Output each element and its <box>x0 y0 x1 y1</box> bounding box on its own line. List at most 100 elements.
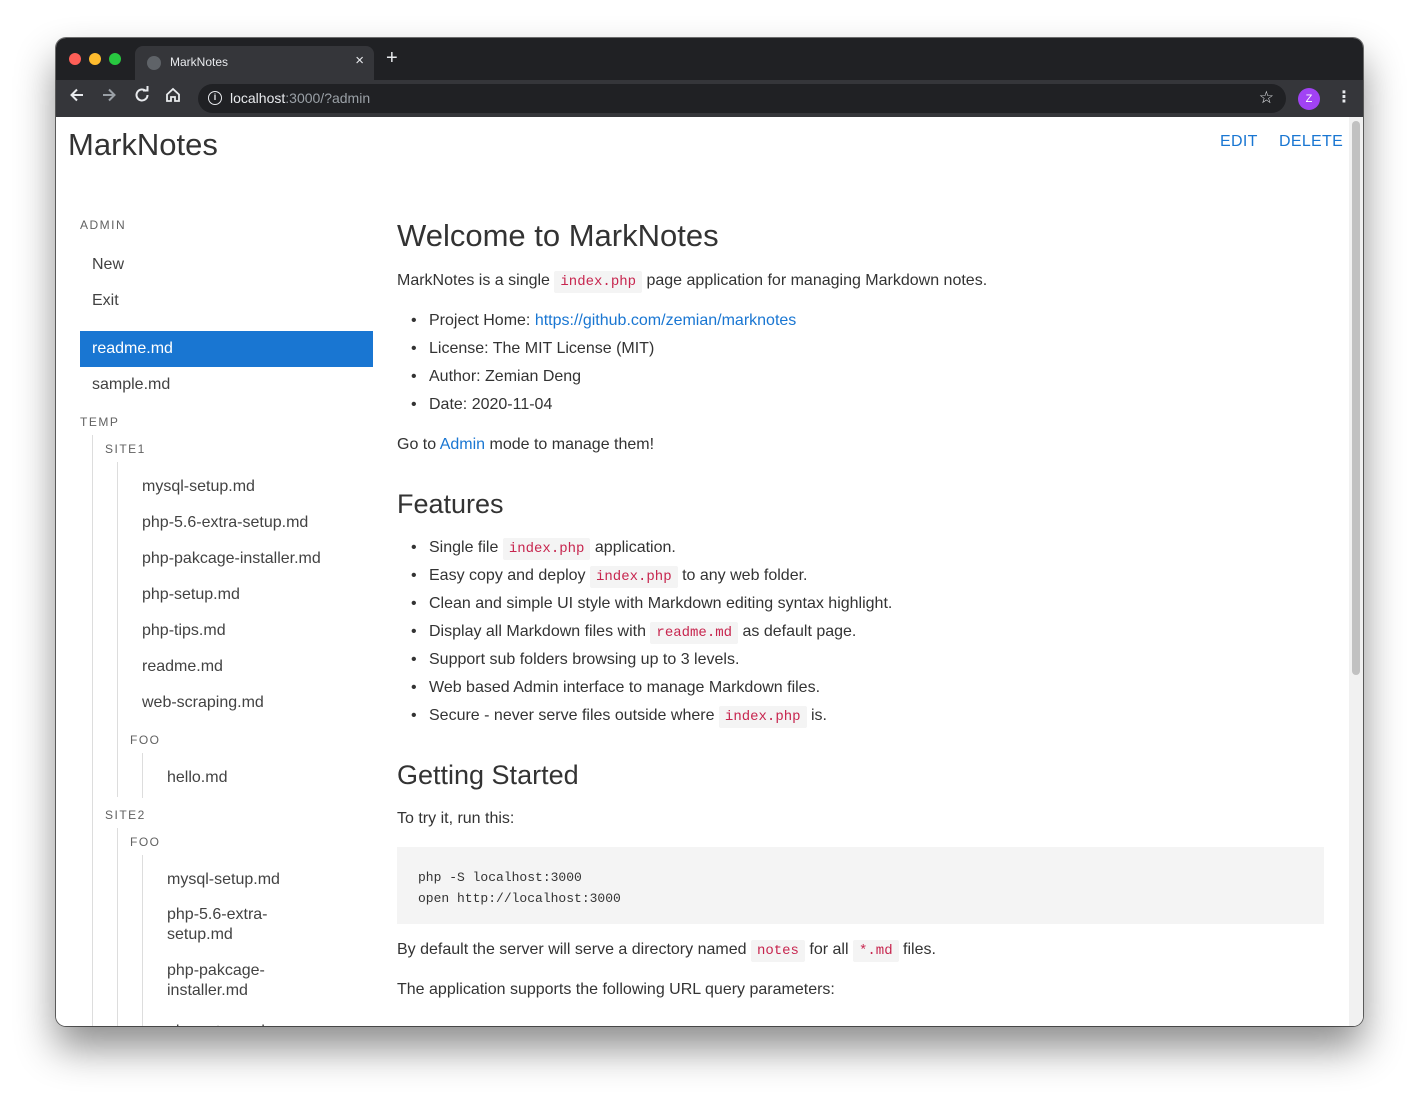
tab-close-icon[interactable]: × <box>355 52 364 69</box>
site2-foo-file-item[interactable]: php-setup.md <box>167 1014 265 1026</box>
feature-text: Easy copy and deploy <box>429 567 586 584</box>
intro-paragraph: MarkNotes is a single index.php page app… <box>397 271 987 293</box>
title-bar: MarkNotes × + <box>56 38 1363 80</box>
admin-section-label: ADMIN <box>80 218 127 232</box>
list-item: License: The MIT License (MIT) <box>411 340 654 358</box>
site1-file-item[interactable]: php-5.6-extra-setup.md <box>142 505 308 541</box>
maximize-window-button[interactable] <box>109 53 121 65</box>
admin-link[interactable]: Admin <box>440 436 485 453</box>
site1-file-item[interactable]: mysql-setup.md <box>142 469 255 505</box>
home-icon[interactable] <box>164 86 182 110</box>
site2-tree-line <box>117 828 118 1026</box>
site1-file-item[interactable]: php-pakcage-installer.md <box>142 541 321 577</box>
file-item-sample[interactable]: sample.md <box>92 367 170 403</box>
site1-foo-file-item[interactable]: hello.md <box>167 760 227 796</box>
temp-tree-line <box>92 435 93 1026</box>
site1-file-item[interactable]: readme.md <box>142 649 223 685</box>
url-text[interactable]: localhost:3000/?admin <box>230 90 370 106</box>
intro-text: MarkNotes is a single <box>397 272 550 289</box>
list-item: Date: 2020-11-04 <box>411 396 552 414</box>
star-icon[interactable]: ☆ <box>1259 88 1274 108</box>
site2-foo-tree-line <box>142 855 143 1026</box>
tab-title: MarkNotes <box>170 55 229 69</box>
goto-text: mode to manage them! <box>489 436 655 453</box>
site1-folder-label: SITE1 <box>105 442 146 456</box>
new-tab-button[interactable]: + <box>386 48 398 68</box>
address-bar[interactable]: i localhost:3000/?admin ☆ <box>198 84 1286 113</box>
page-title: Welcome to MarkNotes <box>397 218 719 253</box>
list-item: Support sub folders browsing up to 3 lev… <box>411 651 739 669</box>
site2-foo-file-item[interactable]: php-pakcage-installer.md <box>167 961 317 1003</box>
site1-file-item[interactable]: php-tips.md <box>142 613 226 649</box>
inline-code: *.md <box>852 940 899 962</box>
feature-text: Single file <box>429 539 499 556</box>
list-item: Web based Admin interface to manage Mark… <box>411 679 820 697</box>
default-text: By default the server will serve a direc… <box>397 941 747 958</box>
close-window-button[interactable] <box>69 53 81 65</box>
site2-foo-file-item[interactable]: php-5.6-extra-setup.md <box>167 905 317 947</box>
list-item: Display all Markdown files with readme.m… <box>411 622 856 644</box>
inline-code: index.php <box>718 706 807 728</box>
list-item: Project Home: https://github.com/zemian/… <box>411 312 796 330</box>
browser-toolbar: i localhost:3000/?admin ☆ Z ⋮ <box>56 80 1363 117</box>
feature-text: application. <box>594 539 676 556</box>
minimize-window-button[interactable] <box>89 53 101 65</box>
features-heading: Features <box>397 489 504 519</box>
file-item-readme-active[interactable]: readme.md <box>80 331 373 367</box>
back-icon[interactable] <box>68 86 86 110</box>
admin-item-exit[interactable]: Exit <box>92 283 119 319</box>
scrollbar[interactable] <box>1349 117 1363 1026</box>
site1-foo-folder-label: FOO <box>130 733 161 747</box>
feature-text: Display all Markdown files with <box>429 623 646 640</box>
info-icon[interactable]: i <box>208 91 222 105</box>
site2-foo-folder-label: FOO <box>130 835 161 849</box>
inline-code: index.php <box>590 566 678 588</box>
list-item: Easy copy and deploy index.php to any we… <box>411 566 808 588</box>
list-item: Clean and simple UI style with Markdown … <box>411 595 892 613</box>
site1-foo-tree-line <box>142 753 143 798</box>
globe-icon <box>147 56 161 70</box>
list-item: Secure - never serve files outside where… <box>411 706 827 728</box>
try-paragraph: To try it, run this: <box>397 810 515 827</box>
default-paragraph: By default the server will serve a direc… <box>397 940 936 962</box>
admin-item-new[interactable]: New <box>92 247 124 283</box>
params-paragraph: The application supports the following U… <box>397 981 835 998</box>
site1-file-item[interactable]: web-scraping.md <box>142 685 264 721</box>
home-label: Project Home: <box>429 312 531 329</box>
feature-text: is. <box>811 707 827 724</box>
code-line: php -S localhost:3000 <box>418 870 582 885</box>
delete-link[interactable]: DELETE <box>1279 133 1343 151</box>
getting-started-heading: Getting Started <box>397 760 579 790</box>
forward-icon[interactable] <box>100 86 118 110</box>
code-block: php -S localhost:3000 open http://localh… <box>397 847 1324 924</box>
goto-paragraph: Go to Admin mode to manage them! <box>397 436 654 454</box>
browser-tab[interactable]: MarkNotes × <box>135 46 374 80</box>
default-text: files. <box>903 941 936 958</box>
url-path: :3000/?admin <box>285 90 371 106</box>
project-home-link[interactable]: https://github.com/zemian/marknotes <box>535 312 796 329</box>
temp-folder-label: TEMP <box>80 415 120 429</box>
default-text: for all <box>809 941 849 958</box>
feature-text: Secure - never serve files outside where <box>429 707 715 724</box>
site1-tree-line <box>117 462 118 797</box>
site1-file-item[interactable]: php-setup.md <box>142 577 240 613</box>
menu-icon[interactable]: ⋮ <box>1336 87 1352 109</box>
list-item: Single file index.php application. <box>411 538 676 560</box>
site2-foo-file-item[interactable]: mysql-setup.md <box>167 862 280 898</box>
reload-icon[interactable] <box>133 86 151 110</box>
goto-text: Go to <box>397 436 437 453</box>
profile-avatar[interactable]: Z <box>1298 88 1320 110</box>
page-viewport: MarkNotes EDIT DELETE ADMIN New Exit rea… <box>56 117 1363 1026</box>
site2-folder-label: SITE2 <box>105 808 146 822</box>
inline-code: index.php <box>502 538 591 560</box>
scrollbar-thumb[interactable] <box>1352 121 1360 675</box>
brand-title[interactable]: MarkNotes <box>68 127 218 163</box>
url-host: localhost <box>230 90 286 106</box>
inline-code: index.php <box>554 271 643 293</box>
browser-window: MarkNotes × + i localhost:3000/?admin ☆ … <box>56 38 1363 1026</box>
inline-code: readme.md <box>650 622 739 644</box>
edit-link[interactable]: EDIT <box>1220 133 1258 151</box>
feature-text: to any web folder. <box>682 567 808 584</box>
code-line: open http://localhost:3000 <box>418 891 621 906</box>
inline-code: notes <box>750 940 805 962</box>
